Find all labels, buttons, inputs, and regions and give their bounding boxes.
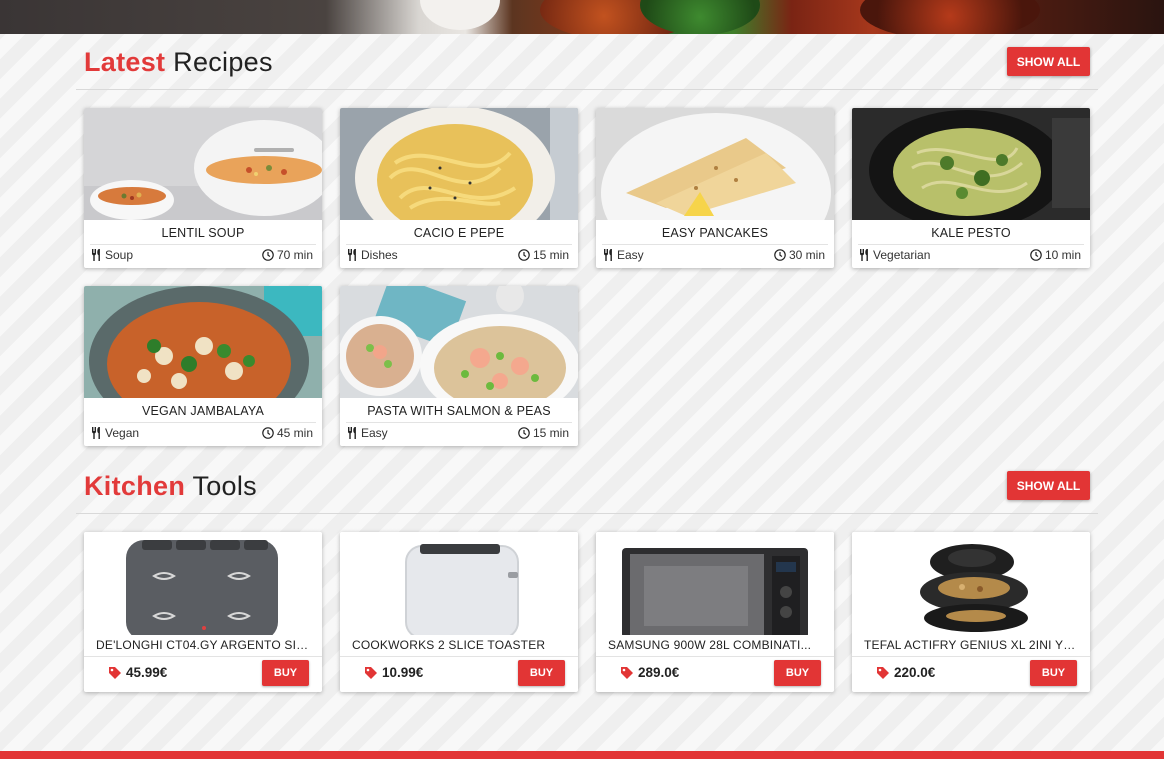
recipe-category-label: Vegan bbox=[105, 426, 140, 440]
recipe-category-label: Soup bbox=[105, 248, 134, 262]
buy-button[interactable]: BUY bbox=[1030, 660, 1077, 686]
recipe-category: Soup bbox=[91, 248, 133, 262]
recipe-time-label: 45 min bbox=[276, 426, 313, 440]
recipes-divider bbox=[76, 89, 1098, 90]
tag-icon bbox=[877, 666, 889, 679]
recipe-time-label: 15 min bbox=[532, 248, 569, 262]
recipe-name: CACIO E PEPE bbox=[413, 226, 505, 240]
recipe-time: 30 min bbox=[774, 248, 825, 262]
title-rest: Recipes bbox=[173, 47, 273, 77]
recipe-name: LENTIL SOUP bbox=[161, 226, 245, 240]
recipes-show-all-button[interactable]: SHOW ALL bbox=[1007, 47, 1090, 76]
title-rest: Tools bbox=[192, 471, 257, 501]
product-image bbox=[852, 532, 1090, 635]
clock-icon bbox=[518, 427, 530, 439]
product-price-label: 10.99€ bbox=[382, 665, 424, 680]
product-price: 10.99€ bbox=[364, 665, 423, 680]
recipe-name: VEGAN JAMBALAYA bbox=[141, 404, 265, 418]
recipe-time: 45 min bbox=[262, 426, 313, 440]
recipe-time: 10 min bbox=[1030, 248, 1081, 262]
recipe-name: PASTA WITH SALMON & PEAS bbox=[367, 404, 551, 418]
recipe-time: 15 min bbox=[518, 426, 569, 440]
recipe-category-label: Easy bbox=[361, 426, 388, 440]
buy-button[interactable]: BUY bbox=[262, 660, 309, 686]
recipe-time: 70 min bbox=[262, 248, 313, 262]
product-price: 220.0€ bbox=[876, 665, 935, 680]
recipe-time: 15 min bbox=[518, 248, 569, 262]
product-name: COOKWORKS 2 SLICE TOASTER bbox=[352, 638, 546, 652]
product-card[interactable]: DE'LONGHI CT04.GY ARGENTO SIL... 45.99€ … bbox=[84, 532, 322, 692]
product-name: TEFAL ACTIFRY GENIUS XL 2INI YV... bbox=[864, 638, 1080, 652]
clock-icon bbox=[1030, 249, 1042, 261]
utensils-icon bbox=[604, 249, 612, 261]
buy-button[interactable]: BUY bbox=[518, 660, 565, 686]
kitchen-tools-title: Kitchen Tools bbox=[84, 471, 257, 501]
recipe-card[interactable]: PASTA WITH SALMON & PEAS Easy 15 min bbox=[340, 286, 578, 446]
clock-icon bbox=[518, 249, 530, 261]
recipe-card[interactable]: VEGAN JAMBALAYA Vegan 45 min bbox=[84, 286, 322, 446]
clock-icon bbox=[262, 427, 274, 439]
product-price-label: 289.0€ bbox=[638, 665, 680, 680]
utensils-icon bbox=[348, 249, 356, 261]
latest-recipes-header: Latest Recipes SHOW ALL bbox=[84, 47, 1090, 77]
recipe-category: Dishes bbox=[347, 248, 398, 262]
recipe-time-label: 70 min bbox=[276, 248, 313, 262]
tools-divider bbox=[76, 513, 1098, 514]
recipe-name: EASY PANCAKES bbox=[661, 226, 769, 240]
recipe-category: Easy bbox=[347, 426, 388, 440]
recipe-image bbox=[596, 108, 834, 220]
product-image bbox=[84, 532, 322, 635]
product-card[interactable]: SAMSUNG 900W 28L COMBINATI... 289.0€ BUY bbox=[596, 532, 834, 692]
utensils-icon bbox=[860, 249, 868, 261]
recipe-category-label: Vegetarian bbox=[873, 248, 931, 262]
recipe-category-label: Dishes bbox=[361, 248, 398, 262]
product-name: SAMSUNG 900W 28L COMBINATI... bbox=[608, 638, 812, 652]
product-name: DE'LONGHI CT04.GY ARGENTO SIL... bbox=[96, 638, 312, 652]
recipe-card[interactable]: KALE PESTO Vegetarian 10 min bbox=[852, 108, 1090, 268]
title-accent: Latest bbox=[84, 47, 166, 77]
buy-button[interactable]: BUY bbox=[774, 660, 821, 686]
tag-icon bbox=[621, 666, 633, 679]
clock-icon bbox=[262, 249, 274, 261]
recipe-time-label: 30 min bbox=[788, 248, 825, 262]
title-accent: Kitchen bbox=[84, 471, 186, 501]
kitchen-tools-header: Kitchen Tools SHOW ALL bbox=[84, 471, 1090, 501]
tag-icon bbox=[365, 666, 377, 679]
recipe-category: Vegan bbox=[91, 426, 139, 440]
tools-show-all-button[interactable]: SHOW ALL bbox=[1007, 471, 1090, 500]
recipe-card[interactable]: LENTIL SOUP Soup 70 min bbox=[84, 108, 322, 268]
recipe-time-label: 15 min bbox=[532, 426, 569, 440]
recipe-time-label: 10 min bbox=[1044, 248, 1081, 262]
utensils-icon bbox=[92, 249, 100, 261]
recipe-image bbox=[84, 286, 322, 398]
product-price: 45.99€ bbox=[108, 665, 167, 680]
recipe-image bbox=[340, 108, 578, 220]
product-image bbox=[596, 532, 834, 635]
recipe-card[interactable]: EASY PANCAKES Easy 30 min bbox=[596, 108, 834, 268]
recipe-category-label: Easy bbox=[617, 248, 644, 262]
footer-bar bbox=[0, 751, 1164, 759]
product-card[interactable]: TEFAL ACTIFRY GENIUS XL 2INI YV... 220.0… bbox=[852, 532, 1090, 692]
tag-icon bbox=[109, 666, 121, 679]
recipe-image bbox=[84, 108, 322, 220]
product-card[interactable]: COOKWORKS 2 SLICE TOASTER 10.99€ BUY bbox=[340, 532, 578, 692]
utensils-icon bbox=[92, 427, 100, 439]
product-price: 289.0€ bbox=[620, 665, 679, 680]
recipe-image bbox=[340, 286, 578, 398]
product-price-label: 220.0€ bbox=[894, 665, 936, 680]
recipe-image bbox=[852, 108, 1090, 220]
recipe-category: Vegetarian bbox=[859, 248, 930, 262]
product-price-label: 45.99€ bbox=[126, 665, 168, 680]
product-image bbox=[340, 532, 578, 635]
latest-recipes-title: Latest Recipes bbox=[84, 47, 273, 77]
recipe-card[interactable]: CACIO E PEPE Dishes 15 min bbox=[340, 108, 578, 268]
utensils-icon bbox=[348, 427, 356, 439]
recipe-category: Easy bbox=[603, 248, 644, 262]
hero-banner-image bbox=[0, 0, 1164, 34]
recipe-name: KALE PESTO bbox=[931, 226, 1011, 240]
clock-icon bbox=[774, 249, 786, 261]
